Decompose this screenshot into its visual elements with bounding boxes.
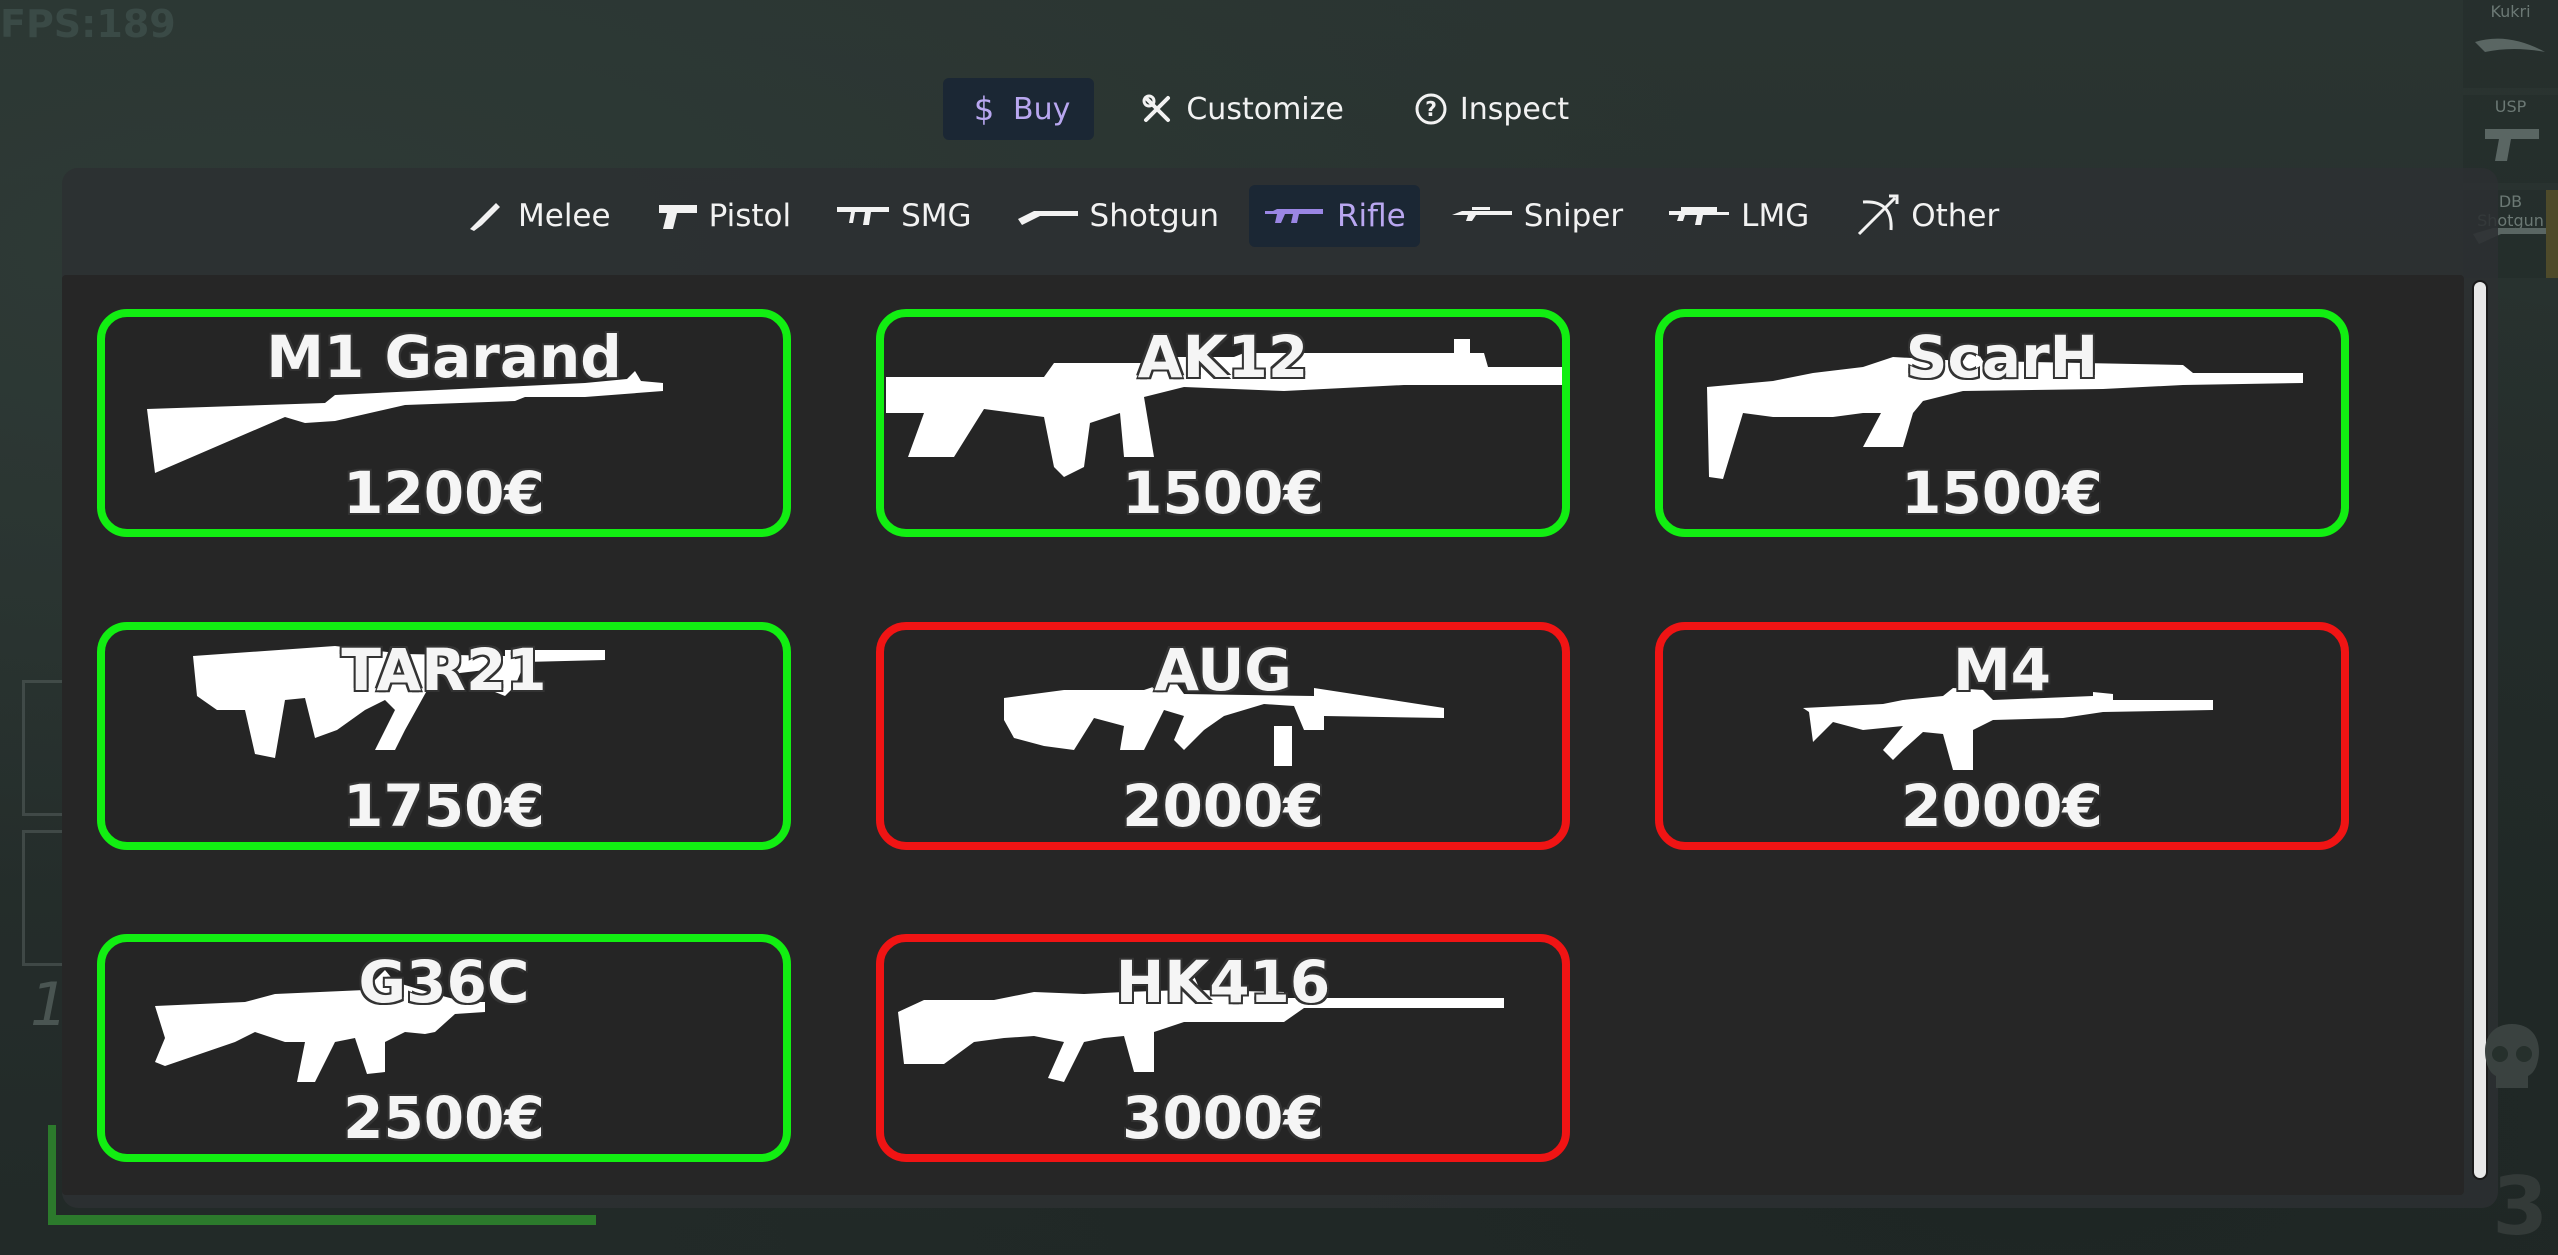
mode-tabs: $ Buy Customize ? Inspect xyxy=(943,78,1593,140)
svg-text:?: ? xyxy=(1425,97,1437,121)
tab-label: Sniper xyxy=(1523,198,1624,234)
weapon-price: 2000€ xyxy=(1122,772,1324,840)
loadout-slot-melee[interactable]: Kukri xyxy=(2463,0,2558,88)
skull-icon xyxy=(2485,1024,2539,1088)
smg-icon xyxy=(837,207,890,225)
weapon-card-m1-garand[interactable]: M1 Garand 1200€ xyxy=(97,309,791,537)
loadout-slot-label: Kukri xyxy=(2490,2,2531,21)
tab-sniper[interactable]: Sniper xyxy=(1436,185,1637,247)
tab-label: Other xyxy=(1911,198,2000,234)
loadout-accent xyxy=(2546,190,2558,278)
tab-inspect[interactable]: ? Inspect xyxy=(1390,78,1593,140)
weapon-name: ScarH xyxy=(1905,323,2099,391)
weapon-price: 1750€ xyxy=(343,772,545,840)
tab-melee[interactable]: Melee xyxy=(450,185,625,247)
dollar-icon: $ xyxy=(973,90,995,128)
tab-label: SMG xyxy=(901,198,972,234)
tab-label: Buy xyxy=(1013,91,1071,127)
weapon-name: AUG xyxy=(1154,636,1292,704)
weapon-price: 2000€ xyxy=(1901,772,2103,840)
weapon-price: 1200€ xyxy=(343,459,545,527)
tab-label: LMG xyxy=(1741,198,1810,234)
tab-buy[interactable]: $ Buy xyxy=(943,78,1095,140)
tab-label: Shotgun xyxy=(1089,198,1219,234)
weapon-card-scarh[interactable]: ScarH 1500€ xyxy=(1655,309,2349,537)
weapon-card-ak12[interactable]: AK12 1500€ xyxy=(876,309,1570,537)
knife-icon xyxy=(470,203,500,231)
weapon-price: 1500€ xyxy=(1122,459,1324,527)
tab-lmg[interactable]: LMG xyxy=(1653,185,1823,247)
tab-label: Rifle xyxy=(1336,198,1406,234)
tab-other[interactable]: Other xyxy=(1839,185,2013,247)
tab-smg[interactable]: SMG xyxy=(821,185,985,247)
fps-counter: FPS:189 xyxy=(0,2,176,46)
weapon-name: AK12 xyxy=(1137,323,1309,391)
kukri-icon xyxy=(2475,38,2545,52)
weapon-price: 2500€ xyxy=(343,1084,545,1152)
weapon-price: 1500€ xyxy=(1901,459,2103,527)
weapon-card-m4[interactable]: M4 2000€ xyxy=(1655,622,2349,850)
tab-label: Melee xyxy=(518,198,611,234)
tab-pistol[interactable]: Pistol xyxy=(641,185,806,247)
weapon-price: 3000€ xyxy=(1122,1084,1324,1152)
pistol-icon xyxy=(658,205,697,229)
rifle-icon xyxy=(1264,209,1323,223)
tab-label: Pistol xyxy=(708,198,792,234)
shotgun-icon xyxy=(1017,211,1078,225)
weapon-card-tar21[interactable]: TAR21 1750€ xyxy=(97,622,791,850)
weapon-name: TAR21 xyxy=(341,636,547,704)
question-circle-icon: ? xyxy=(1414,92,1448,126)
weapon-card-hk416[interactable]: HK416 3000€ xyxy=(876,934,1570,1162)
hud-slot xyxy=(22,830,65,966)
sniper-icon xyxy=(1451,207,1512,221)
weapon-card-aug[interactable]: AUG 2000€ xyxy=(876,622,1570,850)
hud-slot xyxy=(22,680,65,816)
tab-customize[interactable]: Customize xyxy=(1116,78,1367,140)
weapon-name: HK416 xyxy=(1115,948,1331,1016)
bow-icon xyxy=(1858,194,1899,236)
category-tabs: Melee Pistol SMG Shotgun Rifle Sniper LM… xyxy=(450,185,2013,247)
tab-label: Inspect xyxy=(1459,91,1570,127)
lmg-icon xyxy=(1669,207,1730,225)
weapon-card-g36c[interactable]: G36C 2500€ xyxy=(97,934,791,1162)
tab-shotgun[interactable]: Shotgun xyxy=(1002,185,1233,247)
weapon-name: M4 xyxy=(1952,636,2052,704)
tab-label: Customize xyxy=(1186,91,1344,127)
weapon-name: M1 Garand xyxy=(266,323,622,391)
pistol-icon xyxy=(2485,129,2539,161)
tab-rifle[interactable]: Rifle xyxy=(1248,185,1420,247)
tools-icon xyxy=(1140,92,1174,126)
weapon-name: G36C xyxy=(358,948,530,1016)
kill-counter: 3 xyxy=(2492,1160,2548,1253)
loadout-slot-label: USP xyxy=(2494,97,2527,116)
hud-left: 1 xyxy=(22,680,68,1040)
